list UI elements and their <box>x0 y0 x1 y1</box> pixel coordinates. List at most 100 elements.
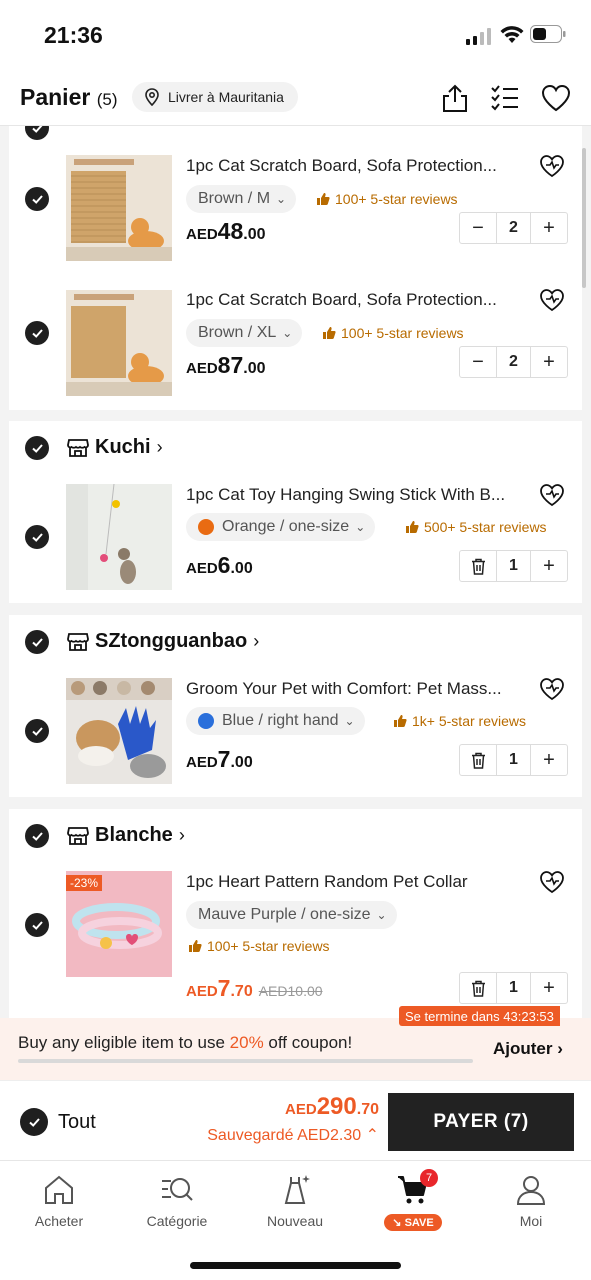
tab-categorie[interactable]: Catégorie <box>118 1173 236 1229</box>
quantity-stepper[interactable]: − 2 + <box>459 346 568 378</box>
variant-color-swatch <box>198 713 214 729</box>
product-image[interactable] <box>66 678 172 784</box>
variant-selector[interactable]: Orange / one-size ⌄ <box>186 513 376 541</box>
quantity-stepper[interactable]: 1 + <box>459 744 568 776</box>
variant-color-swatch <box>198 519 214 535</box>
variant-selector[interactable]: Brown / XL ⌄ <box>186 319 303 347</box>
item-select-checkbox[interactable] <box>25 525 49 549</box>
add-to-wishlist-icon[interactable] <box>539 483 565 507</box>
review-text: 1k+ 5-star reviews <box>412 713 526 729</box>
store-select-checkbox[interactable] <box>25 126 49 140</box>
add-to-wishlist-icon[interactable] <box>539 154 565 178</box>
chevron-down-icon: ⌄ <box>355 520 366 534</box>
product-title[interactable]: 1pc Cat Scratch Board, Sofa Protection..… <box>186 290 526 310</box>
variant-selector[interactable]: Brown / M ⌄ <box>186 185 297 213</box>
price-integer: 87 <box>217 352 244 378</box>
store-select-checkbox[interactable] <box>25 436 49 460</box>
check-icon <box>31 194 43 204</box>
total-cents: .70 <box>356 1101 379 1118</box>
item-price: AED7.70 AED10.00 <box>186 975 323 1002</box>
delete-item-button[interactable] <box>460 745 496 775</box>
product-title[interactable]: 1pc Cat Toy Hanging Swing Stick With B..… <box>186 485 526 505</box>
variant-selector[interactable]: Blue / right hand ⌄ <box>186 707 365 735</box>
increase-quantity-button[interactable]: + <box>531 551 567 581</box>
savings-text: Sauvegardé AED2.30 <box>207 1127 362 1144</box>
cat-scratch-board-image <box>66 290 172 396</box>
delete-item-button[interactable] <box>460 973 496 1003</box>
item-price: AED6.00 <box>186 552 253 579</box>
delivery-location-button[interactable]: Livrer à Mauritania <box>132 82 298 112</box>
thumbs-up-icon <box>323 327 336 339</box>
store-select-checkbox[interactable] <box>25 630 49 654</box>
pet-grooming-glove-image <box>66 678 172 784</box>
location-pin-icon <box>145 88 159 106</box>
coupon-percent: 20% <box>229 1033 264 1052</box>
delete-item-button[interactable] <box>460 551 496 581</box>
quantity-stepper[interactable]: 1 + <box>459 972 568 1004</box>
decrease-quantity-button[interactable]: − <box>460 213 496 243</box>
quantity-value: 2 <box>496 213 531 243</box>
quantity-stepper[interactable]: − 2 + <box>459 212 568 244</box>
item-select-checkbox[interactable] <box>25 719 49 743</box>
add-to-wishlist-icon[interactable] <box>539 288 565 312</box>
increase-quantity-button[interactable]: + <box>531 213 567 243</box>
item-select-checkbox[interactable] <box>25 913 49 937</box>
product-image[interactable]: -23% <box>66 871 172 977</box>
pay-button[interactable]: PAYER (7) <box>388 1093 574 1151</box>
product-image[interactable] <box>66 290 172 396</box>
coupon-add-label: Ajouter <box>493 1039 553 1058</box>
thumbs-up-icon <box>317 193 330 205</box>
product-title[interactable]: 1pc Heart Pattern Random Pet Collar <box>186 872 526 892</box>
checkout-bar: Tout AED290.70 Sauvegardé AED2.30 ⌃ PAYE… <box>0 1080 591 1160</box>
coupon-countdown: Se termine dans 43:23:53 <box>399 1006 560 1026</box>
price-integer: 48 <box>217 218 244 244</box>
review-text: 500+ 5-star reviews <box>424 519 547 535</box>
review-count: 500+ 5-star reviews <box>405 519 547 535</box>
increase-quantity-button[interactable]: + <box>531 745 567 775</box>
thumbs-up-icon <box>394 715 407 727</box>
tab-nouveau[interactable]: Nouveau <box>236 1173 354 1229</box>
tab-cart[interactable]: 7 ↘ SAVE <box>354 1169 472 1231</box>
savings-summary[interactable]: Sauvegardé AED2.30 ⌃ <box>207 1125 379 1145</box>
store-link[interactable]: Kuchi › <box>67 436 163 459</box>
product-image[interactable] <box>66 155 172 261</box>
checklist-icon[interactable] <box>490 83 520 113</box>
chevron-right-icon: › <box>178 825 185 845</box>
decrease-quantity-button[interactable]: − <box>460 347 496 377</box>
select-all-checkbox[interactable] <box>20 1108 48 1136</box>
add-to-wishlist-icon[interactable] <box>539 870 565 894</box>
store-link[interactable]: Blanche › <box>67 824 185 847</box>
new-dress-icon <box>284 1175 310 1204</box>
store-link[interactable]: SZtongguanbao › <box>67 630 259 653</box>
coupon-message-text: Buy any eligible item to use <box>18 1033 230 1052</box>
tab-acheter[interactable]: Acheter <box>0 1173 118 1229</box>
price-cents: .00 <box>230 560 253 577</box>
coupon-message: Buy any eligible item to use 20% off cou… <box>18 1033 352 1053</box>
wishlist-heart-icon[interactable] <box>541 83 571 113</box>
select-all-label[interactable]: Tout <box>58 1111 96 1134</box>
product-title[interactable]: Groom Your Pet with Comfort: Pet Mass... <box>186 679 526 699</box>
item-price: AED7.00 <box>186 746 253 773</box>
price-integer: 7 <box>217 975 231 1001</box>
increase-quantity-button[interactable]: + <box>531 973 567 1003</box>
variant-selector[interactable]: Mauve Purple / one-size ⌄ <box>186 901 397 929</box>
tab-moi[interactable]: Moi <box>472 1173 590 1229</box>
product-title[interactable]: 1pc Cat Scratch Board, Sofa Protection..… <box>186 156 526 176</box>
item-select-checkbox[interactable] <box>25 187 49 211</box>
item-select-checkbox[interactable] <box>25 321 49 345</box>
price-cents: .00 <box>243 360 266 377</box>
total-integer: 290 <box>316 1093 357 1120</box>
coupon-banner[interactable]: Buy any eligible item to use 20% off cou… <box>0 1018 591 1080</box>
cat-toy-image <box>66 484 172 590</box>
store-select-checkbox[interactable] <box>25 824 49 848</box>
chevron-up-icon: ⌃ <box>365 1127 379 1144</box>
product-image[interactable] <box>66 484 172 590</box>
quantity-stepper[interactable]: 1 + <box>459 550 568 582</box>
add-to-wishlist-icon[interactable] <box>539 677 565 701</box>
scrollbar[interactable] <box>582 148 586 288</box>
increase-quantity-button[interactable]: + <box>531 347 567 377</box>
cart-item-list[interactable]: 1pc Cat Scratch Board, Sofa Protection..… <box>0 126 591 1018</box>
coupon-add-link[interactable]: Ajouter › <box>493 1039 563 1059</box>
quantity-value: 1 <box>496 973 531 1003</box>
share-icon[interactable] <box>440 83 470 113</box>
